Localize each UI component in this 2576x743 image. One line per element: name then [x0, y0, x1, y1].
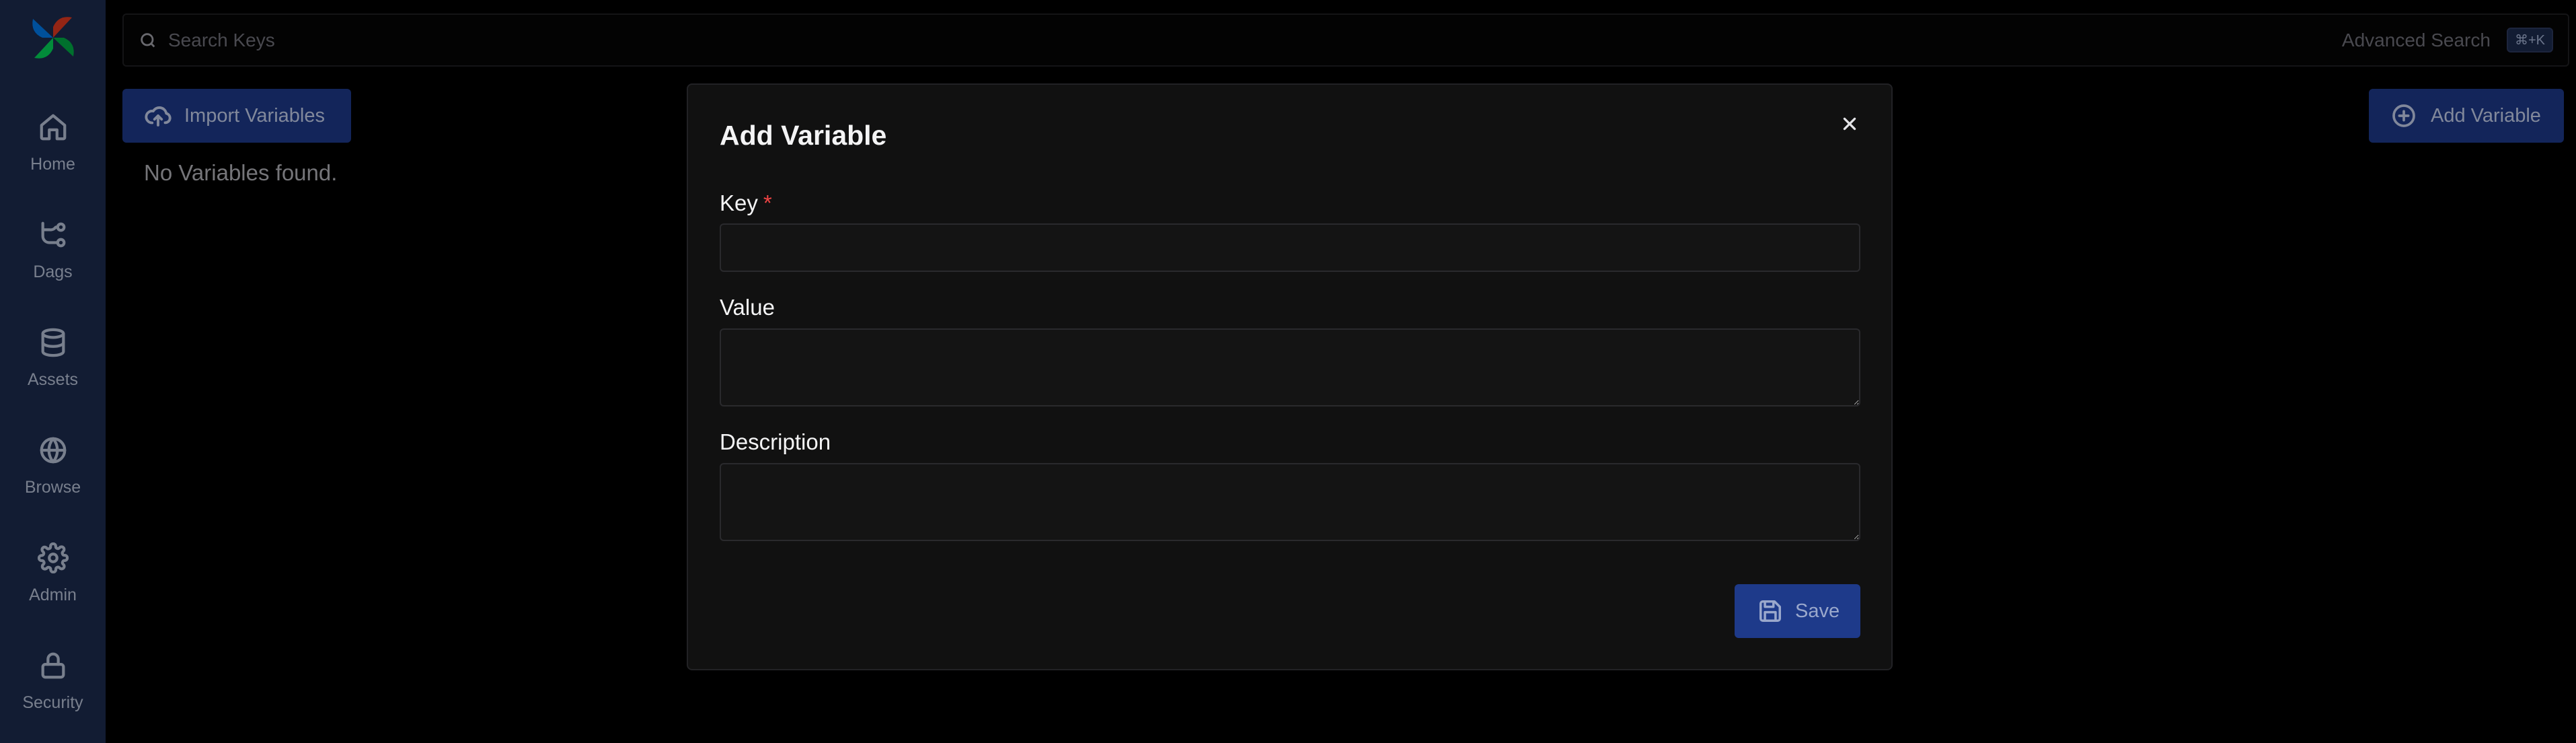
key-input[interactable] — [720, 223, 1860, 272]
app-root: Home Dags Assets Browse Admin Security S… — [0, 0, 2576, 743]
description-label: Description — [720, 429, 831, 454]
save-icon — [1759, 600, 1781, 622]
close-icon — [1843, 117, 1856, 131]
required-marker: * — [763, 190, 772, 215]
add-variable-dialog: Add Variable Key * Value Description Save — [687, 83, 1893, 670]
key-label: Key * — [720, 190, 772, 216]
dialog-title: Add Variable — [720, 120, 887, 151]
save-button[interactable]: Save — [1735, 584, 1860, 638]
save-label: Save — [1795, 600, 1840, 622]
description-textarea[interactable] — [720, 463, 1860, 541]
close-button[interactable] — [1835, 109, 1864, 139]
value-textarea[interactable] — [720, 328, 1860, 406]
key-label-text: Key — [720, 190, 758, 215]
value-label: Value — [720, 295, 775, 320]
